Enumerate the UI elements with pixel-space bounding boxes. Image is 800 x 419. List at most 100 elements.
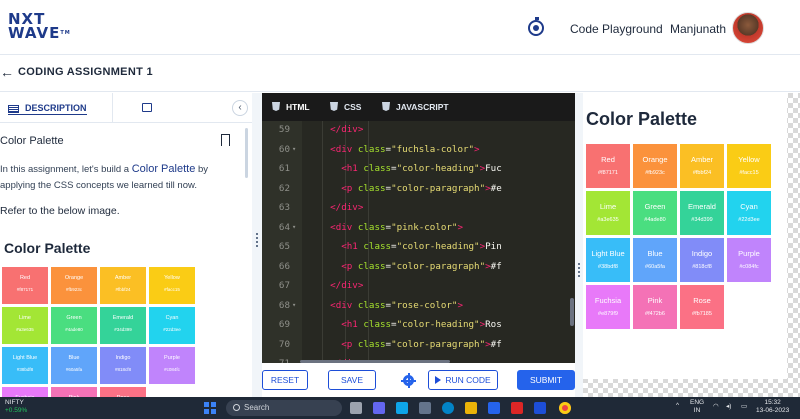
color-name: Green — [644, 202, 666, 211]
color-hex: #facc15 — [164, 287, 180, 292]
settings-gear-icon[interactable] — [401, 373, 416, 388]
code-line[interactable]: <div class="fuchsla-color"> — [308, 144, 479, 155]
tab-javascript[interactable]: JAVASCRIPT — [382, 102, 449, 112]
edge-icon[interactable] — [442, 402, 454, 414]
wifi-icon[interactable]: ◠ — [713, 402, 719, 410]
color-name: Cyan — [740, 202, 758, 211]
language-indicator[interactable]: ENG IN — [690, 399, 704, 415]
color-hex: #fb923c — [65, 287, 82, 292]
code-editor[interactable]: HTML CSS JAVASCRIPT 59 </div> 60 ▾ <div cl… — [262, 93, 575, 363]
color-card: Pink#f472b6 — [633, 285, 677, 329]
color-card: Emerald #34d399 — [100, 307, 146, 344]
color-hex: #a3e635 — [597, 217, 619, 223]
task-view-icon[interactable] — [350, 402, 362, 414]
color-name: Indigo — [115, 355, 131, 361]
color-hex: #e879f9 — [598, 311, 618, 317]
refer-text: Refer to the below image. — [0, 205, 120, 217]
color-card: Emerald #34d399 — [680, 191, 724, 235]
tab-css[interactable]: CSS — [330, 102, 361, 112]
color-name: Rose — [693, 296, 711, 305]
volume-icon[interactable]: ◂) — [726, 402, 731, 410]
system-clock[interactable]: 15:32 13-06-2023 — [756, 399, 789, 415]
color-card: Fuchsia #e879f9 — [586, 285, 630, 329]
code-line[interactable]: <p class="color-paragraph">#f — [308, 261, 502, 272]
editor-vertical-scrollbar[interactable] — [570, 298, 574, 326]
submit-button[interactable]: SUBMIT — [517, 370, 575, 390]
run-code-button[interactable]: RUN CODE — [428, 370, 498, 390]
right-resize-handle[interactable] — [575, 93, 583, 397]
fold-arrow-icon[interactable]: ▾ — [292, 145, 296, 153]
color-name: Indigo — [691, 249, 713, 258]
app-icon[interactable] — [396, 402, 408, 414]
reset-button[interactable]: RESET — [262, 370, 308, 390]
color-name: Emerald — [688, 202, 716, 211]
line-number: 68 — [278, 299, 290, 311]
tab-html[interactable]: HTML — [272, 102, 310, 112]
store-icon[interactable] — [488, 402, 500, 414]
color-name: Yellow — [164, 275, 180, 281]
tab-divider — [112, 93, 113, 123]
color-hex: #fb923c — [645, 170, 665, 176]
app-icon[interactable] — [419, 402, 431, 414]
back-arrow-icon[interactable]: ← — [0, 64, 14, 80]
code-line[interactable]: <h1 class="color-heading">Ros — [308, 319, 502, 330]
output-preview: Color Palette Red #f87171 Orange #fb923c Amb… — [583, 93, 800, 397]
html5-icon — [272, 102, 280, 111]
user-name[interactable]: Manjunath — [670, 22, 726, 36]
code-line[interactable]: <div class="rose-color"> — [308, 300, 463, 311]
color-card: Orange #fb923c — [51, 267, 97, 304]
code-playground-link[interactable]: Code Playground — [570, 22, 663, 36]
code-line[interactable]: <div class="pink-color"> — [308, 222, 463, 233]
color-name: Blue — [647, 249, 663, 258]
code-area[interactable]: 59 </div> 60 ▾ <div class="fuchsla-color">… — [262, 121, 575, 363]
color-hex: #f87171 — [598, 170, 618, 176]
play-icon — [435, 376, 442, 384]
mcafee-icon[interactable] — [511, 402, 523, 414]
code-line[interactable]: <h1 class="color-heading">Fuc — [308, 163, 502, 174]
nxtwave-logo[interactable]: NXT WAVETM — [8, 12, 71, 41]
stock-widget[interactable]: NIFTY +0.59% — [5, 399, 27, 415]
color-hex: #a3e635 — [16, 327, 34, 332]
color-card: Yellow #facc15 — [149, 267, 195, 304]
save-button[interactable]: SAVE — [328, 370, 376, 390]
tray-overflow-icon[interactable]: ^ — [676, 402, 679, 409]
left-resize-handle[interactable] — [252, 93, 262, 397]
code-line[interactable]: <p class="color-paragraph">#f — [308, 339, 502, 350]
stopwatch-icon[interactable] — [528, 17, 544, 36]
line-number: 67 — [278, 280, 290, 291]
code-line[interactable]: </div> — [308, 280, 363, 291]
color-card: Cyan #22d3ee — [727, 191, 771, 235]
discussion-icon[interactable] — [142, 103, 152, 112]
assignment-title: CODING ASSIGNMENT 1 — [18, 66, 153, 78]
color-name: Red — [19, 275, 31, 281]
color-hex: #fbbf24 — [115, 287, 131, 292]
color-card: Lime #a3e635 — [586, 191, 630, 235]
collapse-panel-button[interactable]: ‹ — [232, 100, 248, 116]
code-line[interactable]: </div> — [308, 202, 363, 213]
color-name: Emerald — [112, 315, 134, 321]
line-number: 69 — [278, 319, 290, 330]
chrome-icon[interactable] — [559, 402, 571, 414]
windows-start-icon[interactable] — [204, 402, 216, 414]
bookmark-icon[interactable] — [221, 134, 230, 147]
color-hex: #fb7185 — [692, 311, 712, 317]
color-card: Purple #c084fc — [149, 347, 195, 384]
code-line[interactable]: <p class="color-paragraph">#e — [308, 183, 502, 194]
code-line[interactable]: <h1 class="color-heading">Pin — [308, 241, 502, 252]
tab-description[interactable]: DESCRIPTION — [8, 103, 87, 115]
file-explorer-icon[interactable] — [465, 402, 477, 414]
app-icon[interactable] — [534, 402, 546, 414]
fold-arrow-icon[interactable]: ▾ — [292, 223, 296, 231]
avatar[interactable] — [732, 12, 764, 44]
fold-arrow-icon[interactable]: ▾ — [292, 301, 296, 309]
description-scrollbar[interactable] — [245, 128, 248, 178]
code-line[interactable]: </div> — [308, 124, 363, 135]
color-card: Pink#f472b6 — [51, 387, 97, 397]
taskbar-search[interactable]: Search — [226, 400, 342, 416]
color-name: Red — [601, 155, 615, 164]
color-name: Purple — [164, 355, 180, 361]
color-name: Light Blue — [12, 355, 38, 361]
battery-icon[interactable]: ▭ — [741, 402, 747, 410]
line-number: 61 — [278, 163, 290, 174]
teams-icon[interactable] — [373, 402, 385, 414]
